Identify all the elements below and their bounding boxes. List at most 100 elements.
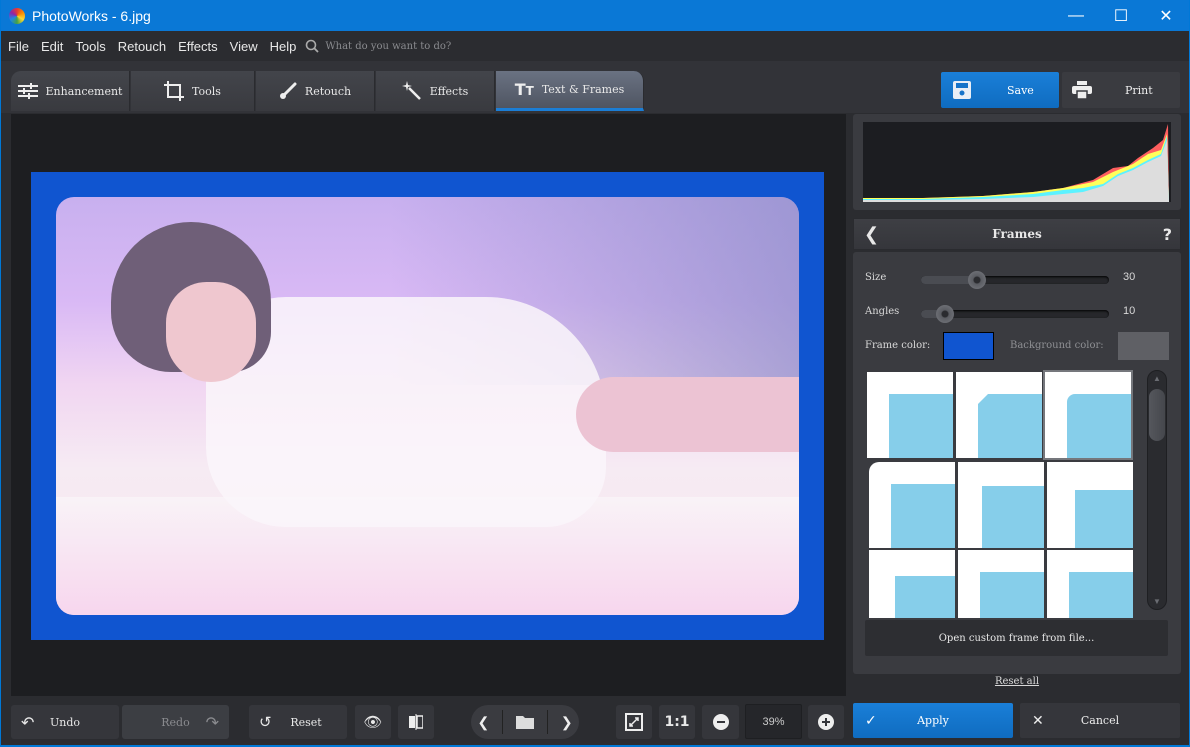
frame-thumb-scallop-small[interactable] [958,462,1044,548]
zoom-out-button[interactable] [702,705,739,739]
zoom-in-icon [818,714,834,730]
print-button[interactable]: Print [1062,72,1180,108]
frame-thumb-cut-corner[interactable] [956,372,1042,458]
cancel-icon: ✕ [1032,712,1044,729]
menu-edit[interactable]: Edit [36,39,68,54]
image-navigation: ❮ ❯ [471,705,579,739]
tab-label: Text & Frames [541,83,625,96]
search-placeholder: What do you want to do? [325,40,452,52]
frames-settings: Size 30 Angles 10 Frame color: Backgroun… [853,252,1181,674]
scroll-up-icon[interactable]: ▲ [1148,374,1166,383]
redo-button[interactable]: Redo ↷ [122,705,229,739]
back-icon[interactable]: ❮ [864,224,879,245]
open-custom-frame-button[interactable]: Open custom frame from file... [865,620,1168,656]
background-color-swatch[interactable] [1118,332,1169,360]
frame-thumb-scallop-large[interactable] [1047,462,1133,548]
frame-color-swatch[interactable] [943,332,994,360]
tab-text-frames[interactable]: TT Text & Frames [496,71,644,111]
undo-label: Undo [49,715,81,729]
text-icon: TT [514,80,534,99]
scroll-down-icon[interactable]: ▼ [1148,597,1166,606]
size-slider[interactable] [921,271,1109,289]
cancel-button[interactable]: ✕ Cancel [1020,703,1180,738]
zoom-level[interactable]: 39% [745,704,802,739]
menu-effects[interactable]: Effects [173,39,223,54]
tab-bar: Enhancement Tools Retouch Effects TT Tex… [1,61,1189,113]
angles-slider[interactable] [921,305,1109,323]
help-icon[interactable]: ? [1163,225,1172,244]
search-icon [306,39,319,53]
frames-title: Frames [992,227,1042,241]
floppy-disk-icon [953,81,971,99]
magic-wand-icon [401,81,421,100]
frame-color-label: Frame color: [865,340,931,351]
frame-thumb-square[interactable] [867,372,953,458]
bottom-toolbar: ↶ Undo Redo ↷ ↺ Reset 👁 ❮ ❯ 1:1 39% ✓ Ap… [1,697,1189,745]
frame-thumb-stamp-round[interactable] [869,550,955,618]
preview-button[interactable]: 👁 [355,705,391,739]
tab-label: Retouch [304,84,352,98]
angles-slider-handle[interactable] [936,305,955,323]
tab-effects[interactable]: Effects [376,71,495,111]
background-color-label: Background color: [1010,340,1104,351]
frames-header: ❮ Frames ? [853,218,1181,250]
photo-image [56,197,799,615]
frame-thumb-zigzag-wave[interactable] [1047,550,1133,618]
reset-label: Reset [290,715,322,729]
printer-icon [1072,81,1092,99]
apply-label: Apply [917,714,949,727]
tab-label: Tools [192,84,221,98]
title-bar: PhotoWorks - 6.jpg — ☐ ✕ [1,0,1189,31]
frame-thumbnails [865,370,1133,618]
previous-image-button[interactable]: ❮ [477,714,489,731]
fit-screen-icon [625,713,643,731]
close-button[interactable]: ✕ [1143,0,1189,31]
save-label: Save [1007,83,1034,97]
undo-button[interactable]: ↶ Undo [11,705,119,739]
photo-frame [31,172,824,640]
frame-thumb-rounded-thick[interactable] [869,462,955,548]
size-slider-handle[interactable] [968,271,987,289]
compare-button[interactable] [398,705,434,739]
size-label: Size [865,272,887,283]
histogram [853,114,1181,210]
search-box[interactable]: What do you want to do? [305,39,451,53]
tab-enhancement[interactable]: Enhancement [11,71,130,111]
thumbnails-scrollbar[interactable]: ▲ ▼ [1147,370,1167,610]
reset-button[interactable]: ↺ Reset [249,705,347,739]
minimize-button[interactable]: — [1053,0,1099,31]
menu-file[interactable]: File [3,39,34,54]
compare-icon [409,714,423,730]
next-image-button[interactable]: ❯ [561,714,573,731]
maximize-button[interactable]: ☐ [1098,0,1144,31]
menu-view[interactable]: View [225,39,263,54]
actual-size-button[interactable]: 1:1 [659,705,695,739]
eye-icon: 👁 [363,713,383,731]
fit-to-screen-button[interactable] [616,705,652,739]
menu-retouch[interactable]: Retouch [113,39,171,54]
tab-tools[interactable]: Tools [131,71,255,111]
menu-help[interactable]: Help [265,39,302,54]
app-logo-icon [9,7,25,24]
zoom-in-button[interactable] [808,705,844,739]
frame-thumb-zigzag[interactable] [958,550,1044,618]
save-button[interactable]: Save [941,72,1059,108]
menu-bar: File Edit Tools Retouch Effects View Hel… [1,31,1189,61]
tab-label: Enhancement [45,84,123,98]
undo-icon: ↶ [21,712,35,732]
scrollbar-thumb[interactable] [1149,389,1165,441]
size-value: 30 [1123,271,1136,283]
menu-tools[interactable]: Tools [70,39,110,54]
reset-all-link[interactable]: Reset all [853,676,1181,687]
app-window: PhotoWorks - 6.jpg — ☐ ✕ File Edit Tools… [1,0,1189,745]
check-icon: ✓ [865,712,877,729]
histogram-chart [863,122,1171,202]
frame-thumb-rounded[interactable] [1043,370,1133,460]
sliders-icon [17,83,38,99]
image-canvas[interactable] [11,114,846,696]
apply-button[interactable]: ✓ Apply [853,703,1013,738]
folder-icon[interactable] [516,715,534,729]
angles-label: Angles [865,306,900,317]
tab-retouch[interactable]: Retouch [256,71,375,111]
angles-value: 10 [1123,305,1136,317]
